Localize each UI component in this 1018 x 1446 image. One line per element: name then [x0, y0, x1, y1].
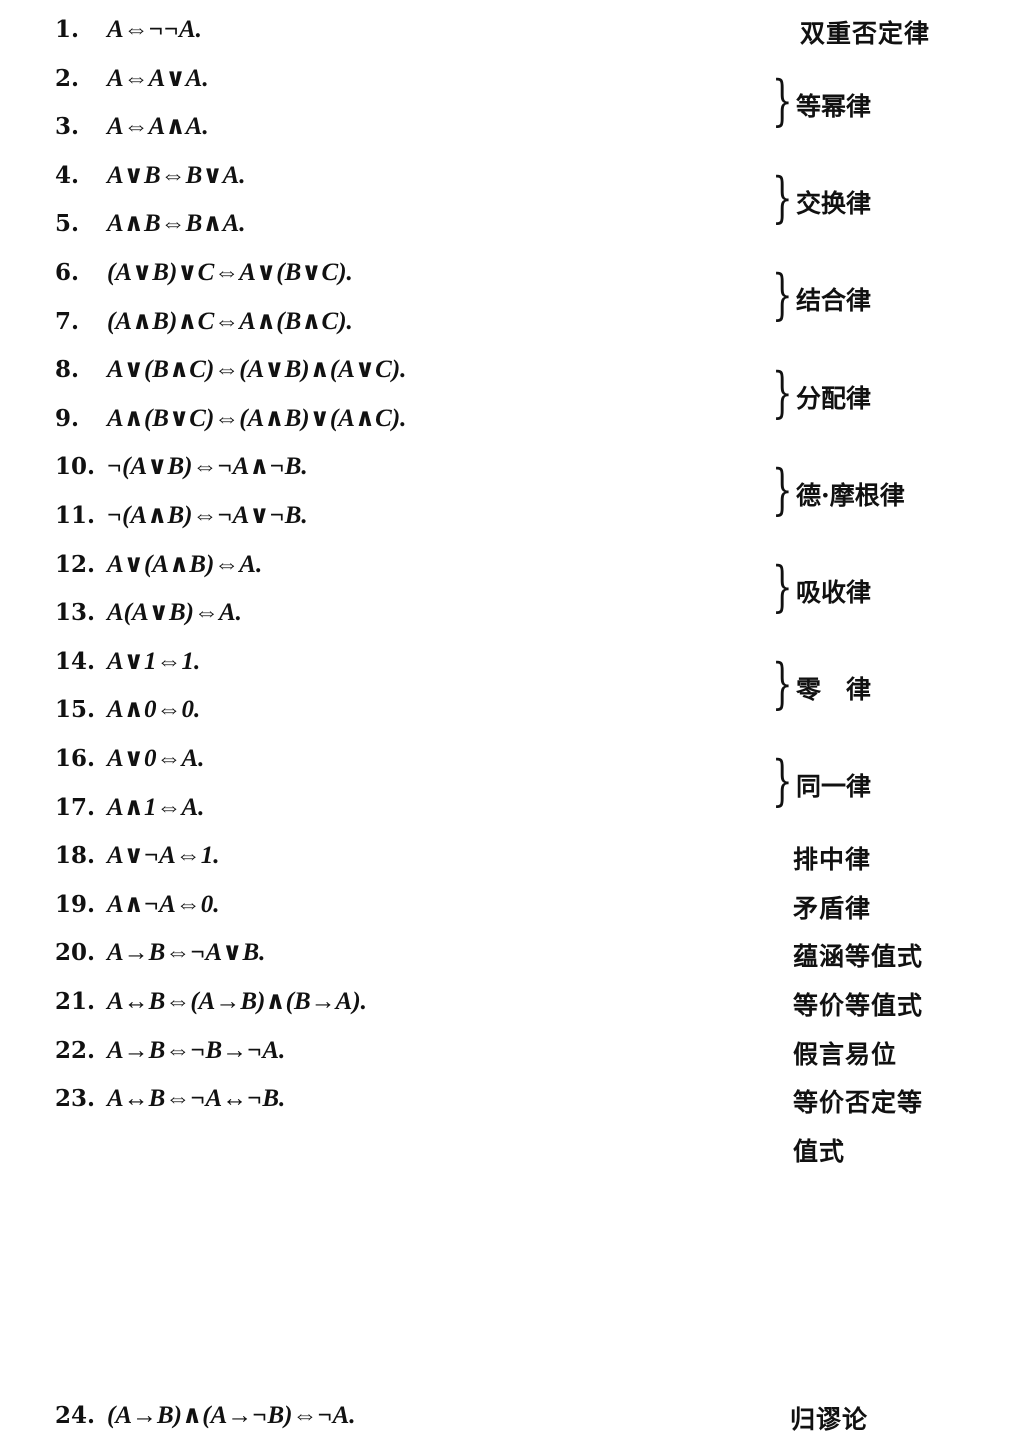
formula-text: A∨1⇔1. [107, 647, 201, 675]
formula-text: A→B⇔¬B→¬A. [107, 1036, 286, 1064]
formula-number: 19. [55, 890, 96, 918]
brace-icon: } [772, 749, 793, 813]
formula-number: 11. [55, 502, 96, 529]
formula-row-18: 18. A∨¬A⇔1. [55, 836, 220, 876]
brace-icon: } [772, 554, 793, 618]
brace-icon: } [772, 457, 793, 521]
formula-row-20: 20. A→B⇔¬A∨B. [55, 933, 265, 973]
formula-text: A∧1⇔A. [107, 793, 205, 821]
formula-row-6: 6. (A∨B)∨C⇔A∨(B∨C). [55, 253, 353, 293]
formula-text: ¬(A∨B)⇔¬A∧¬B. [107, 453, 308, 481]
law-name: 等价否定等 [793, 1088, 924, 1118]
formula-text: A↔B⇔(A→B)∧(B→A). [107, 988, 367, 1015]
formula-text: (A→B)∧(A→¬B)⇔¬A. [107, 1402, 356, 1429]
law-name: 蕴涵等值式 [793, 942, 924, 972]
law-name: 假言易位 [793, 1039, 898, 1069]
formula-text: A∧¬A⇔0. [107, 890, 220, 918]
formula-row-9: 9. A∧(B∨C)⇔(A∧B)∨(A∧C). [55, 399, 406, 439]
formula-row-24: 24. (A→B)∧(A→¬B)⇔¬A. [55, 1396, 356, 1436]
formula-number: 9. [55, 404, 80, 432]
law-name: 排中律 [793, 845, 872, 875]
formula-row-21: 21. A↔B⇔(A→B)∧(B→A). [55, 982, 367, 1022]
formula-number: 24. [55, 1402, 96, 1429]
formula-text: (A∨B)∨C⇔A∨(B∨C). [107, 259, 353, 286]
formula-number: 22. [55, 1036, 96, 1064]
formula-text: (A∧B)∧C⇔A∧(B∧C). [107, 307, 353, 335]
law-name: 值式 [793, 1136, 846, 1166]
formula-number: 4. [55, 161, 80, 189]
formula-text: A⇔A∧A. [107, 113, 209, 141]
law-name: 零 律 [796, 675, 872, 705]
formula-number: 20. [55, 939, 96, 967]
formula-text: A∧(B∨C)⇔(A∧B)∨(A∧C). [107, 404, 407, 432]
formula-number: 15. [55, 696, 96, 724]
formula-number: 13. [55, 599, 96, 627]
formula-text: A∧B⇔B∧A. [107, 210, 246, 238]
formula-number: 16. [55, 745, 96, 772]
formula-number: 7. [55, 307, 80, 335]
formula-number: 14. [55, 647, 96, 675]
law-name: 结合律 [796, 286, 872, 316]
formula-text: A∨(A∧B)⇔A. [107, 550, 263, 578]
formula-text: A⇔A∨A. [107, 64, 209, 92]
brace-icon: } [772, 166, 793, 230]
brace-icon: } [772, 360, 793, 424]
formula-row-15: 15. A∧0⇔0. [55, 690, 200, 730]
formula-number: 18. [55, 842, 96, 870]
formula-text: A→B⇔¬A∨B. [107, 939, 266, 967]
formula-text: A∧0⇔0. [107, 696, 201, 724]
formula-number: 21. [55, 988, 96, 1015]
formula-row-19: 19. A∧¬A⇔0. [55, 885, 220, 925]
formula-row-11: 11. ¬(A∧B)⇔¬A∨¬B. [55, 496, 308, 536]
formula-row-14: 14. A∨1⇔1. [55, 642, 200, 682]
formula-number: 5. [55, 210, 80, 238]
formula-text: A(A∨B)⇔A. [107, 599, 242, 627]
formula-row-5: 5. A∧B⇔B∧A. [55, 204, 246, 244]
formula-text: A↔B⇔¬A↔¬B. [107, 1085, 286, 1113]
law-name: 双重否定律 [800, 19, 931, 48]
law-name: 吸收律 [796, 577, 872, 607]
formula-row-8: 8. A∨(B∧C)⇔(A∨B)∧(A∨C). [55, 350, 406, 390]
law-name: 等价等值式 [793, 991, 924, 1020]
formula-number: 8. [55, 356, 80, 384]
law-name-reductio: 归谬论 [790, 1405, 869, 1434]
formula-number: 17. [55, 793, 96, 821]
formula-row-13: 13. A(A∨B)⇔A. [55, 593, 242, 633]
formula-row-2: 2. A⇔A∨A. [55, 59, 209, 99]
formula-number: 6. [55, 259, 80, 286]
formula-row-4: 4. A∨B⇔B∨A. [55, 156, 246, 196]
formula-number: 12. [55, 550, 96, 578]
formula-row-16: 16. A∨0⇔A. [55, 739, 204, 779]
formula-text: A∨0⇔A. [107, 745, 205, 772]
law-name: 矛盾律 [793, 893, 872, 923]
formula-text: A∨¬A⇔1. [107, 842, 220, 870]
formula-number: 2. [55, 64, 80, 92]
law-name: 德·摩根律 [796, 480, 905, 510]
formula-row-10: 10. ¬(A∨B)⇔¬A∧¬B. [55, 447, 308, 487]
formula-row-23: 23. A↔B⇔¬A↔¬B. [55, 1079, 285, 1119]
law-name: 等幂律 [796, 91, 872, 121]
formula-number: 3. [55, 113, 80, 141]
formula-row-22: 22. A→B⇔¬B→¬A. [55, 1031, 285, 1071]
formula-row-17: 17. A∧1⇔A. [55, 788, 204, 828]
formula-row-12: 12. A∨(A∧B)⇔A. [55, 545, 262, 585]
law-name: 分配律 [796, 383, 872, 413]
formula-text: A∨(B∧C)⇔(A∨B)∧(A∨C). [107, 356, 407, 384]
formula-text: A∨B⇔B∨A. [107, 161, 246, 189]
formula-row-7: 7. (A∧B)∧C⇔A∧(B∧C). [55, 302, 353, 342]
brace-icon: } [772, 68, 793, 132]
brace-icon: } [772, 263, 793, 327]
brace-icon: } [772, 652, 793, 716]
law-name: 交换律 [796, 189, 872, 219]
formula-number: 10. [55, 453, 96, 481]
formula-text: ¬(A∧B)⇔¬A∨¬B. [107, 502, 308, 529]
formula-row-3: 3. A⇔A∧A. [55, 107, 209, 147]
formula-number: 1. [55, 16, 80, 43]
formula-number: 23. [55, 1085, 96, 1113]
law-name: 同一律 [796, 772, 872, 802]
formula-row-1: 1. A⇔¬¬A. [55, 10, 202, 50]
formula-text: A⇔¬¬A. [107, 16, 202, 43]
